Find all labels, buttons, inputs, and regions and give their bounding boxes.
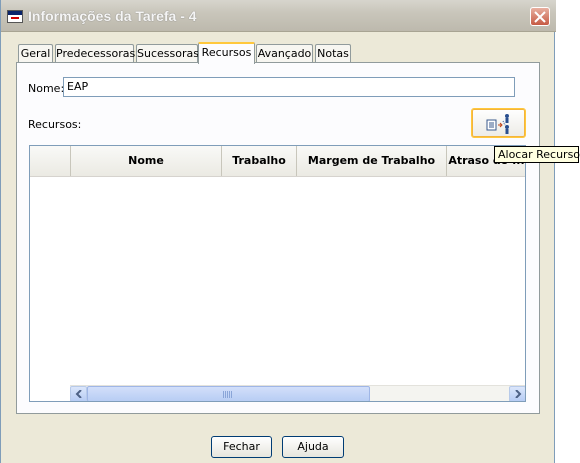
scroll-right-button[interactable] <box>509 386 525 401</box>
scrollbar-thumb[interactable] <box>87 386 370 401</box>
task-info-dialog: Informações da Tarefa - 4 Geral Predeces… <box>0 0 556 463</box>
tab-predecessoras[interactable]: Predecessoras <box>55 44 135 63</box>
help-button[interactable]: Ajuda <box>282 436 344 458</box>
chevron-right-icon <box>515 390 522 398</box>
column-header-trabalho[interactable]: Trabalho <box>222 146 297 176</box>
scrollbar-grip <box>223 391 233 398</box>
tab-avancado[interactable]: Avançado <box>256 44 313 63</box>
table-header: Nome Trabalho Margem de Trabalho Atraso … <box>30 146 525 177</box>
tab-sucessoras[interactable]: Sucessoras <box>136 44 199 63</box>
allocate-resources-icon <box>486 114 509 134</box>
column-header-select[interactable] <box>30 146 71 176</box>
column-header-nome[interactable]: Nome <box>71 146 222 176</box>
allocate-resources-tooltip: Alocar Recursos <box>494 146 580 163</box>
resources-label: Recursos: <box>28 118 82 131</box>
tab-geral[interactable]: Geral <box>18 44 53 63</box>
name-label: Nome: <box>28 82 65 95</box>
title-bar[interactable]: Informações da Tarefa - 4 <box>1 0 556 32</box>
resources-table: Nome Trabalho Margem de Trabalho Atraso … <box>29 145 526 402</box>
close-window-button[interactable] <box>530 7 550 26</box>
scroll-left-button[interactable] <box>70 386 87 401</box>
close-icon <box>534 11 546 23</box>
chevron-left-icon <box>75 390 82 398</box>
app-icon <box>7 10 23 23</box>
tab-recursos[interactable]: Recursos <box>198 42 255 64</box>
tab-notas[interactable]: Notas <box>315 44 351 63</box>
horizontal-scrollbar[interactable] <box>70 385 525 401</box>
window-title: Informações da Tarefa - 4 <box>28 8 197 24</box>
close-button[interactable]: Fechar <box>211 436 272 458</box>
column-header-margem[interactable]: Margem de Trabalho <box>297 146 447 176</box>
allocate-resources-button[interactable] <box>471 108 526 138</box>
name-field[interactable]: EAP <box>63 77 515 97</box>
